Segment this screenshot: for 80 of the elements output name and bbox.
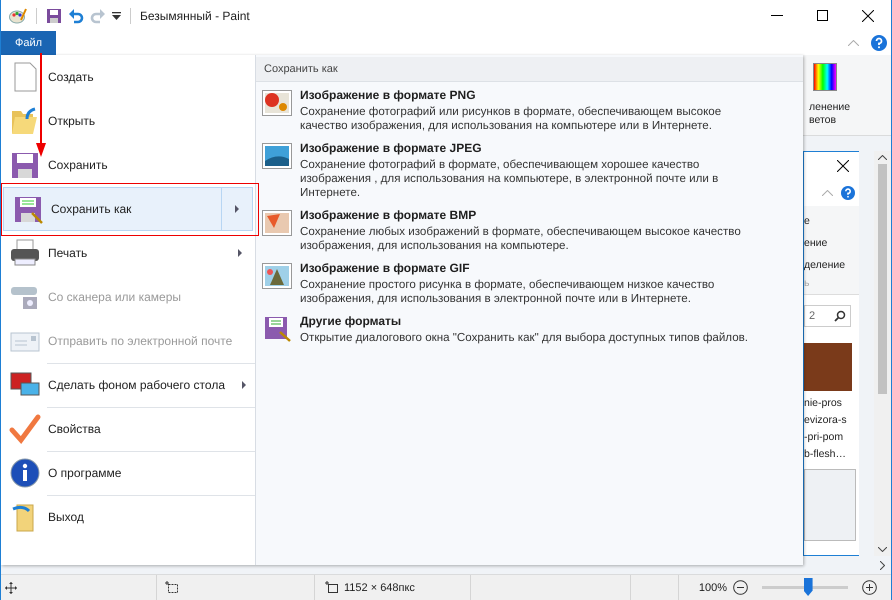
search-field[interactable]: 2 <box>804 305 852 327</box>
format-option[interactable]: Изображение в формате JPEG Сохранение фотографий в формате, обеспечивающем хорошее качество изображения , для использования на компьютере, в электронной почте или в Интернете. <box>256 141 768 200</box>
help-icon[interactable] <box>871 35 887 51</box>
menu-item-label: Свойства <box>48 422 101 436</box>
canvas-size-icon <box>325 581 338 594</box>
format-description: Сохранение любых изображений в формате, обеспечивающем высокое качество изображения, для использования на компьютере. <box>300 225 742 253</box>
ribbon-command[interactable]: е <box>804 210 810 232</box>
menu-item[interactable]: Сделать фоном рабочего стола <box>1 363 255 407</box>
minimize-icon[interactable] <box>771 14 783 16</box>
format-option[interactable]: Изображение в формате PNG Сохранение фотографий или рисунков в формате, обеспечивающем высокое качество изображения, для использования на компьютере или в Интернете. <box>256 88 768 133</box>
menu-item-label: Открыть <box>48 114 96 128</box>
paint-palette-icon[interactable] <box>9 8 27 24</box>
close-icon[interactable] <box>837 160 850 172</box>
format-title: Изображение в формате GIF <box>300 261 471 275</box>
zoom-in-icon[interactable] <box>862 580 877 595</box>
menu-item-label: Выход <box>48 510 84 524</box>
format-description: Сохранение фотографий или рисунков в формате, обеспечивающем высокое качество изображения, для использования на компьютере или в Интернете. <box>300 105 722 133</box>
picture-icon <box>262 90 292 116</box>
menu-item-label: Сохранить как <box>51 202 132 216</box>
scrollbar[interactable] <box>874 151 891 556</box>
menu-item-label: Отправить по электронной почте <box>48 334 232 348</box>
undo-icon[interactable] <box>68 8 84 24</box>
format-description: Сохранение простого рисунка в формате, обеспечивающем низкое качество изображения, для использования в электронной почте или в Интернете. <box>300 278 716 306</box>
close-icon[interactable] <box>862 10 874 22</box>
file-name[interactable]: nie-pros evizora-s -pri-pom b-flesh… <box>804 395 860 463</box>
ribbon-label: ветов <box>809 114 836 127</box>
maximize-icon[interactable] <box>817 10 828 21</box>
submenu-heading: Сохранить как <box>256 57 803 82</box>
scroll-right-icon[interactable] <box>880 560 885 570</box>
floppy-disk-icon <box>262 316 292 342</box>
picture-icon <box>262 143 292 169</box>
format-title: Другие форматы <box>300 314 402 328</box>
format-title: Изображение в формате BMP <box>300 208 478 222</box>
window-title: Безымянный - Paint <box>140 8 250 22</box>
menu-item[interactable]: Свойства <box>1 407 255 451</box>
format-option[interactable]: Изображение в формате BMP Сохранение любых изображений в формате, обеспечивающем высокое качество изображения, для использования на компьютере. <box>256 208 768 253</box>
save-icon[interactable] <box>46 8 62 24</box>
format-description: Открытие диалогового окна "Сохранить как" для выбора доступных типов файлов. <box>300 331 748 345</box>
menu-item[interactable]: Сохранить <box>1 143 255 187</box>
scroll-up-icon[interactable] <box>878 155 888 160</box>
ribbon-command[interactable]: ение <box>804 232 828 254</box>
picture-icon <box>262 210 292 236</box>
menu-item[interactable]: Сохранить как <box>3 187 253 231</box>
move-icon <box>5 582 17 594</box>
ribbon-command[interactable]: деление <box>804 254 846 276</box>
format-title: Изображение в формате PNG <box>300 88 477 102</box>
format-title: Изображение в формате JPEG <box>300 141 483 155</box>
zoom-out-icon[interactable] <box>733 580 748 595</box>
search-icon[interactable] <box>834 310 846 322</box>
menu-item[interactable]: Выход <box>1 495 255 539</box>
scroll-down-icon[interactable] <box>878 547 888 552</box>
menu-item-label: Сделать фоном рабочего стола <box>48 378 225 392</box>
menu-item[interactable]: Создать <box>1 55 255 99</box>
menu-item-label: Печать <box>48 246 88 260</box>
ribbon-label: ленение <box>809 101 850 114</box>
selection-icon <box>165 581 178 594</box>
submenu-arrow-icon <box>238 249 242 257</box>
format-option[interactable]: Другие форматы Открытие диалогового окна "Сохранить как" для выбора доступных типов файлов. <box>256 314 768 345</box>
customize-dropdown-icon[interactable] <box>112 12 121 20</box>
menu-item[interactable]: О программе <box>1 451 255 495</box>
menu-item-label: Создать <box>48 70 94 84</box>
format-description: Сохранение фотографий в формате, обеспечивающем хорошее качество изображения , для использования на компьютере, в электронной почте или в Интернете. <box>300 158 720 200</box>
menu-item-label: Со сканера или камеры <box>48 290 181 304</box>
format-option[interactable]: Изображение в формате GIF Сохранение простого рисунка в формате, обеспечивающем низкое качество изображения, для использования в электронной почте или в Интернете. <box>256 261 768 306</box>
menu-item[interactable]: Печать <box>1 231 255 275</box>
file-tab[interactable]: Файл <box>1 31 56 55</box>
submenu-arrow-icon <box>235 205 239 213</box>
picture-icon <box>262 263 292 289</box>
menu-item[interactable]: Открыть <box>1 99 255 143</box>
help-icon[interactable] <box>841 186 856 200</box>
color-spectrum-icon <box>813 63 837 91</box>
canvas-size: 1152 × 648пкс <box>344 582 415 594</box>
menu-item-label: Сохранить <box>48 158 108 172</box>
photo-placeholder <box>804 343 852 391</box>
menu-item-label: О программе <box>48 466 122 480</box>
info-icon <box>9 457 41 489</box>
check-icon <box>9 413 41 445</box>
zoom-percent: 100% <box>698 582 727 594</box>
submenu-arrow-icon <box>242 381 246 389</box>
zoom-slider-thumb[interactable] <box>804 578 813 596</box>
